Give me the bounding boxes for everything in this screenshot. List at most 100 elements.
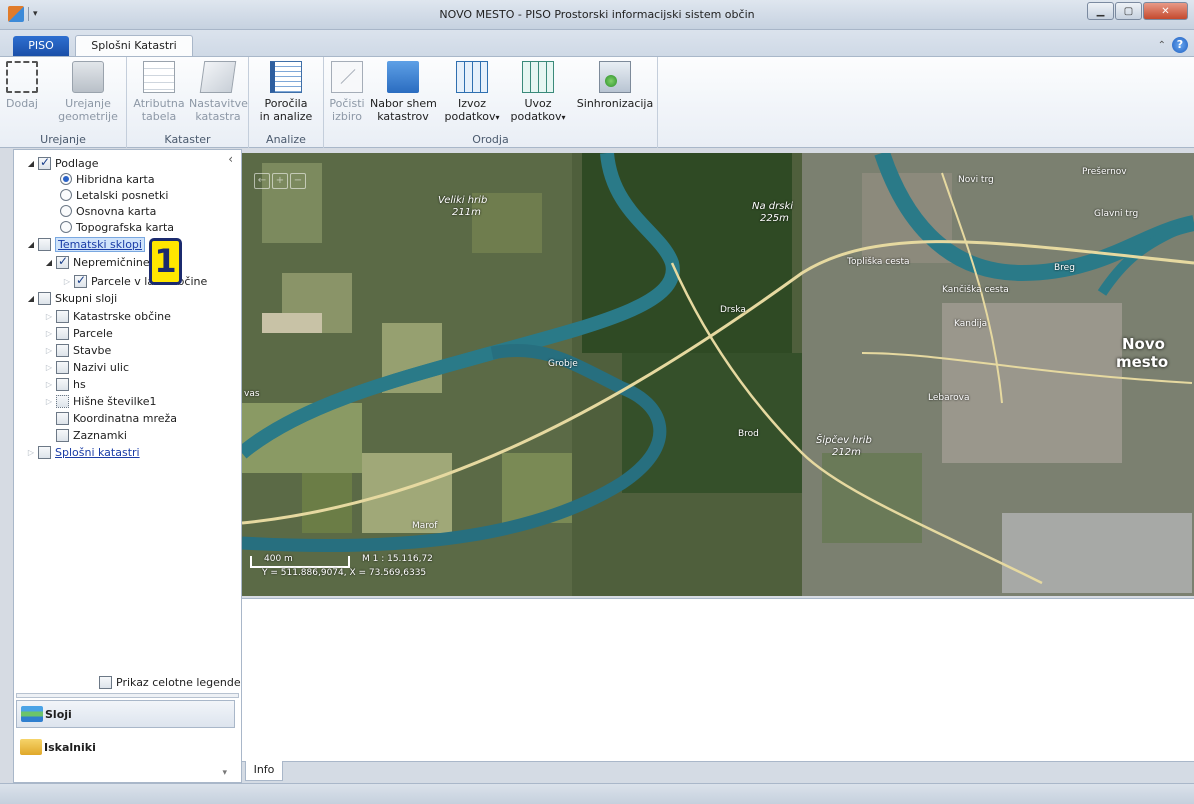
lock-icon [72,61,104,93]
pan-left-icon[interactable]: ← [254,173,270,189]
uvoz-podatkov-button[interactable]: Uvoz podatkov▾ [508,61,568,124]
radio-button[interactable] [60,221,72,233]
tree-node-katastrske[interactable]: ▷ Katastrske občine [44,308,171,324]
map-label: Prešernov [1082,167,1127,177]
map-label: Novi trg [958,175,994,185]
status-bar [0,783,1194,804]
chevron-down-icon: ▾ [495,113,500,122]
nastavitve-katastra-button[interactable]: Nastavitve katastra [189,61,248,123]
tree-node-hs[interactable]: ▷ hs [44,376,86,392]
expand-icon[interactable]: ▷ [62,277,72,286]
layers-panel: ‹ ◢ Podlage Hibridna karta Letalski posn… [13,149,242,783]
tree-node-tematski[interactable]: ◢ Tematski sklopi [26,236,145,252]
legend-toggle[interactable]: Prikaz celotne legende [99,676,241,689]
expand-icon[interactable]: ◢ [26,294,36,303]
map-coordinates: Y = 511.886,9074, X = 73.569,6335 [262,568,427,578]
sync-icon [599,61,631,93]
search-folder-icon [20,739,42,755]
expand-icon[interactable]: ◢ [44,258,54,267]
nav-sloji[interactable]: Sloji [16,700,235,728]
expand-icon[interactable]: ▷ [44,312,54,321]
ribbon-tabs: PISO Splošni Katastri ⌃ ? [0,30,1194,56]
radio-button[interactable] [60,205,72,217]
checkbox-skupni[interactable] [38,291,51,305]
settings-icon [199,61,237,93]
tree-node-koordinatna[interactable]: Koordinatna mreža [56,410,177,426]
collapse-panel-icon[interactable]: ‹ [228,152,233,166]
collapse-ribbon-icon[interactable]: ⌃ [1158,40,1166,51]
map-controls: ← + − [254,173,306,189]
maximize-button[interactable]: ▢ [1115,2,1142,20]
checkbox[interactable] [56,343,69,357]
panel-splitter[interactable] [16,693,239,698]
tree-node-zaznamki[interactable]: Zaznamki [56,427,127,443]
izvoz-podatkov-button[interactable]: Izvoz podatkov▾ [442,61,502,124]
expand-icon[interactable]: ▷ [44,363,54,372]
tree-node-parcele-v-lasti[interactable]: ▷ Parcele v lasti občine [62,273,207,289]
tree-node-parcele[interactable]: ▷ Parcele [44,325,113,341]
zoom-out-icon[interactable]: − [290,173,306,189]
zoom-in-icon[interactable]: + [272,173,288,189]
expand-icon[interactable]: ▷ [44,380,54,389]
tab-piso[interactable]: PISO [13,36,69,56]
map-scale: 400 m M 1 : 15.116,72 Y = 511.886,9074, … [250,546,510,594]
pocisti-izbiro-button[interactable]: Počisti izbiro [328,61,366,123]
radio-hibridna[interactable]: Hibridna karta [60,171,155,187]
callout-badge: 1 [149,238,182,285]
expand-icon[interactable]: ▷ [44,397,54,406]
tree-node-splosni[interactable]: ▷ Splošni katastri [26,444,140,460]
checkbox-podlage[interactable] [38,155,51,170]
minimize-button[interactable]: ▁ [1087,2,1114,20]
porocila-button[interactable]: Poročila in analize [255,61,317,123]
map-label: 225m [760,213,789,224]
map-label: Grobje [548,359,578,369]
tree-node-stavbe[interactable]: ▷ Stavbe [44,342,111,358]
checkbox-nepremicnine[interactable] [56,254,69,269]
checkbox-splosni[interactable] [38,445,51,459]
checkbox[interactable] [56,326,69,340]
nabor-shem-button[interactable]: Nabor shem katastrov [370,61,437,123]
expand-icon[interactable]: ▷ [26,448,36,457]
map-label: Drska [720,305,746,315]
export-icon [456,61,488,93]
nav-iskalniki[interactable]: Iskalniki [16,733,235,761]
radio-topografska[interactable]: Topografska karta [60,219,174,235]
close-button[interactable]: ✕ [1143,2,1188,20]
tab-info[interactable]: Info [245,761,283,781]
expand-icon[interactable]: ◢ [26,240,36,249]
window-title: NOVO MESTO - PISO Prostorski informacijs… [439,8,755,21]
urejanje-geometrije-button[interactable]: Urejanje geometrije [56,61,120,123]
radio-button[interactable] [60,189,72,201]
atributna-tabela-button[interactable]: Atributna tabela [131,61,187,123]
radio-osnovna[interactable]: Osnovna karta [60,203,156,219]
checkbox[interactable] [56,309,69,323]
nav-options-icon[interactable]: ▾ [222,768,227,778]
checkbox[interactable] [56,394,69,408]
tree-node-nepremicnine[interactable]: ◢ Nepremičnine [44,254,150,270]
tab-splosni-katastri[interactable]: Splošni Katastri [75,35,193,56]
checkbox[interactable] [56,411,69,425]
expand-icon[interactable]: ▷ [44,346,54,355]
map-label: Glavni trg [1094,209,1139,219]
checkbox-tematski[interactable] [38,237,51,251]
checkbox[interactable] [56,360,69,374]
expand-icon[interactable]: ◢ [26,159,36,168]
dodaj-button[interactable]: Dodaj [6,61,38,110]
checkbox-legend[interactable] [99,676,112,689]
tree-node-hisne-stevilke[interactable]: ▷ Hišne številke1 [44,393,156,409]
checkbox[interactable] [56,428,69,442]
checkbox-parcele-v-lasti[interactable] [74,273,87,288]
expand-icon[interactable]: ▷ [44,329,54,338]
sinhronizacija-button[interactable]: Sinhronizacija [576,61,654,110]
help-icon[interactable]: ? [1172,37,1188,53]
radio-letalski[interactable]: Letalski posnetki [60,187,168,203]
map-view[interactable]: ← + − Veliki hrib 211m Na drski 225m Drs… [242,153,1194,596]
radio-button[interactable] [60,173,72,185]
map-label: Na drski [752,201,794,212]
table-icon [143,61,175,93]
tree-node-podlage[interactable]: ◢ Podlage [26,155,99,171]
group-label-kataster: Kataster [164,133,211,146]
tree-node-nazivi-ulic[interactable]: ▷ Nazivi ulic [44,359,129,375]
tree-node-skupni[interactable]: ◢ Skupni sloji [26,290,117,306]
checkbox[interactable] [56,377,69,391]
